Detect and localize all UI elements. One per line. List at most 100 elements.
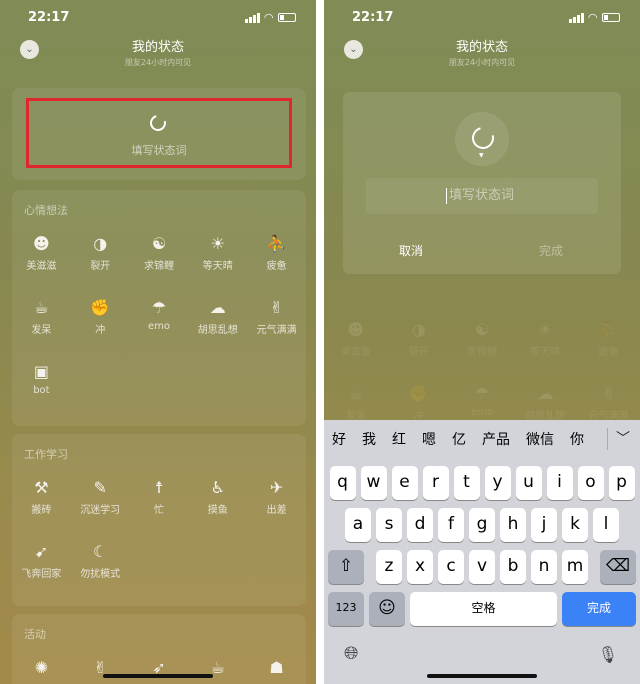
- smile-icon: ☻: [347, 320, 364, 339]
- key-k[interactable]: k: [562, 508, 588, 542]
- status-option[interactable]: ☕ 发呆: [324, 384, 387, 422]
- key-l[interactable]: l: [593, 508, 619, 542]
- cancel-button[interactable]: 取消: [399, 242, 423, 259]
- status-option[interactable]: ⚒ 搬砖: [12, 478, 71, 516]
- key-x[interactable]: x: [407, 550, 433, 584]
- status-option[interactable]: ▣ bot: [12, 362, 71, 396]
- key-s[interactable]: s: [376, 508, 402, 542]
- status-option[interactable]: ☗: [247, 658, 306, 681]
- status-option[interactable]: ☾ 勿扰模式: [71, 542, 130, 580]
- status-option[interactable]: ⛹ 疲惫: [577, 320, 640, 358]
- keyboard: 好我红嗯亿产品 微信你 ﹀ qwertyuiop asdfghjkl ⇧ z x c v b n…: [324, 420, 640, 684]
- status-option[interactable]: ☂ emo: [130, 298, 189, 336]
- status-option[interactable]: ✌ 元气满满: [577, 384, 640, 422]
- status-option[interactable]: ☻ 美滋滋: [12, 234, 71, 272]
- key-c[interactable]: c: [438, 550, 464, 584]
- page-subtitle: 朋友24小时内可见: [448, 58, 516, 67]
- status-option[interactable]: ☨ 忙: [130, 478, 189, 516]
- key-e[interactable]: e: [391, 466, 418, 500]
- status-option[interactable]: ◑ 裂开: [387, 320, 450, 358]
- done-button[interactable]: 完成: [539, 242, 563, 259]
- status-option[interactable]: ⛹ 疲惫: [247, 234, 306, 272]
- key-a[interactable]: a: [345, 508, 371, 542]
- candidate-word[interactable]: 我: [362, 429, 376, 449]
- cracked-face-icon: ◑: [411, 320, 426, 339]
- status-option-label: 勿扰模式: [80, 569, 121, 580]
- key-b[interactable]: b: [500, 550, 526, 584]
- key-r[interactable]: r: [422, 466, 449, 500]
- status-option[interactable]: ✊ 冲: [71, 298, 130, 336]
- candidate-word[interactable]: 微信: [526, 429, 554, 449]
- status-screen: 22:17 ◠ ⌄ 我的状态 朋友24小时内可见 填写状态词 心情想法 ☻ 美滋滋 ◑…: [0, 0, 316, 684]
- status-option[interactable]: ☀ 等天晴: [514, 320, 577, 358]
- status-option[interactable]: ☻ 美滋滋: [324, 320, 387, 358]
- candidate-word[interactable]: 产品: [482, 429, 510, 449]
- emoji-key[interactable]: ☺: [369, 592, 405, 626]
- key-n[interactable]: n: [531, 550, 557, 584]
- key-w[interactable]: w: [360, 466, 387, 500]
- status-option[interactable]: ✎ 沉迷学习: [71, 478, 130, 516]
- candidate-word[interactable]: 红: [392, 429, 406, 449]
- battery-icon: [602, 13, 620, 22]
- caret-down-icon: ▼: [479, 152, 484, 159]
- status-option[interactable]: ✊ 冲: [387, 384, 450, 422]
- key-o[interactable]: o: [577, 466, 604, 500]
- slacking-icon: ♿: [210, 478, 225, 497]
- key-v[interactable]: v: [469, 550, 495, 584]
- status-option-label: 疲惫: [266, 261, 287, 272]
- status-option[interactable]: ✌ 元气满满: [247, 298, 306, 336]
- key-g[interactable]: g: [469, 508, 495, 542]
- sun-icon: ☀: [210, 234, 225, 253]
- key-p[interactable]: p: [608, 466, 635, 500]
- key-q[interactable]: q: [329, 466, 356, 500]
- status-option-label: 求锦鲤: [466, 347, 497, 358]
- status-option[interactable]: ✺: [12, 658, 71, 681]
- key-y[interactable]: y: [484, 466, 511, 500]
- status-option-label: 出差: [266, 505, 287, 516]
- shift-key[interactable]: ⇧: [328, 550, 364, 584]
- daze-icon: ☕: [34, 298, 49, 317]
- space-key[interactable]: 空格: [410, 592, 557, 626]
- status-option[interactable]: ☕ 发呆: [12, 298, 71, 336]
- key-f[interactable]: f: [438, 508, 464, 542]
- candidate-word[interactable]: 嗯: [422, 429, 436, 449]
- status-option[interactable]: ☁ 胡思乱想: [514, 384, 577, 422]
- expand-candidates-icon[interactable]: ﹀: [616, 428, 630, 448]
- status-input[interactable]: 填写状态词: [366, 178, 598, 214]
- status-option[interactable]: ☁ 胡思乱想: [188, 298, 247, 336]
- numbers-key[interactable]: 123: [328, 592, 364, 626]
- busy-icon: ☨: [154, 478, 164, 497]
- status-option[interactable]: ◑ 裂开: [71, 234, 130, 272]
- candidate-word[interactable]: 你: [570, 429, 584, 449]
- status-option[interactable]: ✈ 出差: [247, 478, 306, 516]
- status-option-label: 沉迷学习: [80, 505, 121, 516]
- key-z[interactable]: z: [376, 550, 402, 584]
- icon-picker-button[interactable]: ▼: [455, 112, 509, 166]
- backspace-key[interactable]: ⌫: [600, 550, 636, 584]
- status-option[interactable]: ☯ 求锦鲤: [130, 234, 189, 272]
- status-option[interactable]: ➹ 飞奔回家: [12, 542, 71, 580]
- status-option[interactable]: ☂ emo: [450, 384, 513, 422]
- signal-icon: [568, 12, 584, 23]
- status-option[interactable]: ♿ 摸鱼: [188, 478, 247, 516]
- key-i[interactable]: i: [546, 466, 573, 500]
- thought-cloud-icon: ☁: [209, 298, 226, 317]
- microphone-icon[interactable]: 🎙︎: [598, 645, 618, 664]
- status-option-label: 搬砖: [31, 505, 52, 516]
- status-option[interactable]: ☯ 求锦鲤: [450, 320, 513, 358]
- confirm-key[interactable]: 完成: [562, 592, 636, 626]
- status-option[interactable]: ☀ 等天晴: [188, 234, 247, 272]
- key-j[interactable]: j: [531, 508, 557, 542]
- status-option-label: emo: [470, 407, 493, 418]
- status-input-card[interactable]: 填写状态词: [12, 88, 306, 180]
- key-m[interactable]: m: [562, 550, 588, 584]
- candidate-word[interactable]: 亿: [452, 429, 466, 449]
- candidate-word[interactable]: 好: [332, 429, 346, 449]
- status-option-label: 发呆: [31, 325, 52, 336]
- key-t[interactable]: t: [453, 466, 480, 500]
- status-option-label: 冲: [95, 325, 106, 336]
- key-h[interactable]: h: [500, 508, 526, 542]
- key-u[interactable]: u: [515, 466, 542, 500]
- key-d[interactable]: d: [407, 508, 433, 542]
- globe-icon[interactable]: 🌐︎: [344, 643, 358, 664]
